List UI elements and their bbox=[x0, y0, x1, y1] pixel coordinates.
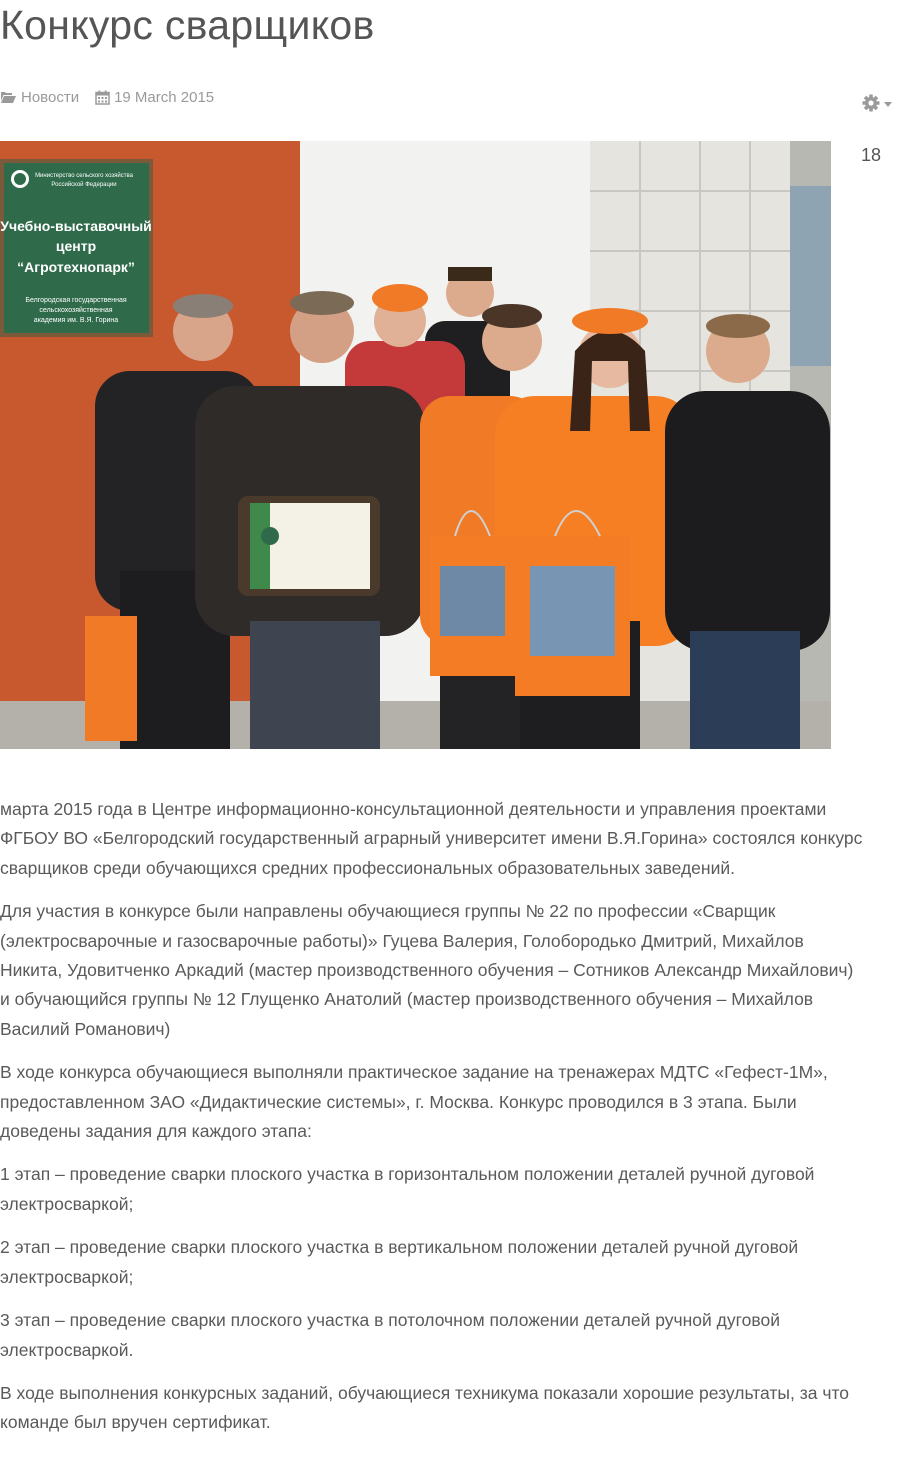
date-label: 19 March 2015 bbox=[114, 89, 215, 106]
paragraph-line: 3 этап – проведение сварки плоского учас… bbox=[0, 1310, 780, 1331]
sign-line: академия им. В.Я. Горина bbox=[34, 317, 118, 324]
article-paragraph: 2 этап – проведение сварки плоского учас… bbox=[0, 1233, 899, 1292]
paragraph-line: электросваркой; bbox=[0, 1193, 134, 1214]
paragraph-day-prefix: 18 bbox=[861, 145, 882, 165]
paragraph-line: Никита, Удовитченко Аркадий (мастер прои… bbox=[0, 960, 854, 981]
paragraph-line: (электросварочные и газосварочные работы… bbox=[0, 930, 804, 951]
paragraph-line: сварщиков среди обучающихся средних проф… bbox=[0, 857, 735, 878]
category-link[interactable]: Новости bbox=[0, 89, 79, 106]
article-paragraph: 3 этап – проведение сварки плоского учас… bbox=[0, 1306, 899, 1365]
calendar-icon bbox=[95, 90, 110, 105]
paragraph-line: электросваркой. bbox=[0, 1339, 134, 1360]
category-label[interactable]: Новости bbox=[21, 89, 79, 106]
sign-line: Министерство сельского хозяйства bbox=[35, 172, 134, 179]
paragraph-line: В ходе выполнения конкурсных заданий, об… bbox=[0, 1382, 849, 1403]
article-meta: Новости 19 March 2015 bbox=[0, 89, 230, 106]
article-paragraph: Для участия в конкурсе были направлены о… bbox=[0, 897, 899, 1044]
chevron-down-icon bbox=[884, 101, 892, 107]
sign-line: сельскохозяйственная bbox=[39, 306, 112, 314]
folder-open-icon bbox=[1, 92, 16, 103]
article-paragraph: В ходе выполнения конкурсных заданий, об… bbox=[0, 1379, 899, 1438]
paragraph-line: В ходе конкурса обучающиеся выполняли пр… bbox=[0, 1062, 828, 1083]
sign-line: “Агротехнопарк” bbox=[17, 259, 135, 275]
paragraph-line: команде был вручен сертификат. bbox=[0, 1412, 271, 1433]
article-paragraph: марта 2015 года в Центре информационно-к… bbox=[0, 795, 899, 883]
paragraph-line: и обучающийся группы № 12 Глущенко Анато… bbox=[0, 989, 814, 1010]
paragraph-line: Василий Романович) bbox=[0, 1018, 171, 1039]
paragraph-line: электросваркой; bbox=[0, 1266, 134, 1287]
article-paragraph: В ходе конкурса обучающиеся выполняли пр… bbox=[0, 1058, 899, 1146]
sign-line: Белгородская государственная bbox=[25, 297, 126, 304]
paragraph-line: 1 этап – проведение сварки плоского учас… bbox=[0, 1164, 815, 1185]
article-settings-button[interactable] bbox=[862, 94, 892, 112]
paragraph-line: предоставленном ЗАО «Дидактические систе… bbox=[0, 1091, 797, 1112]
publish-date: 19 March 2015 bbox=[95, 89, 214, 106]
article-photo: Министерство сельского хозяйства Российс… bbox=[0, 141, 831, 749]
sign-line: Российской Федерации bbox=[51, 181, 116, 188]
paragraph-line: ФГБОУ ВО «Белгородский государственный а… bbox=[0, 828, 863, 849]
sign-line: центр bbox=[56, 238, 96, 254]
paragraph-line: Для участия в конкурсе были направлены о… bbox=[0, 901, 776, 922]
article-paragraph: 1 этап – проведение сварки плоского учас… bbox=[0, 1160, 899, 1219]
page-title: Конкурс сварщиков bbox=[0, 2, 375, 48]
paragraph-line: марта 2015 года в Центре информационно-к… bbox=[0, 799, 827, 819]
article-body: марта 2015 года в Центре информационно-к… bbox=[0, 795, 899, 1452]
paragraph-line: доведены задания для каждого этапа: bbox=[0, 1121, 312, 1142]
gear-icon bbox=[862, 94, 880, 112]
paragraph-line: 2 этап – проведение сварки плоского учас… bbox=[0, 1237, 799, 1258]
sign-line: Учебно-выставочный bbox=[0, 218, 152, 234]
